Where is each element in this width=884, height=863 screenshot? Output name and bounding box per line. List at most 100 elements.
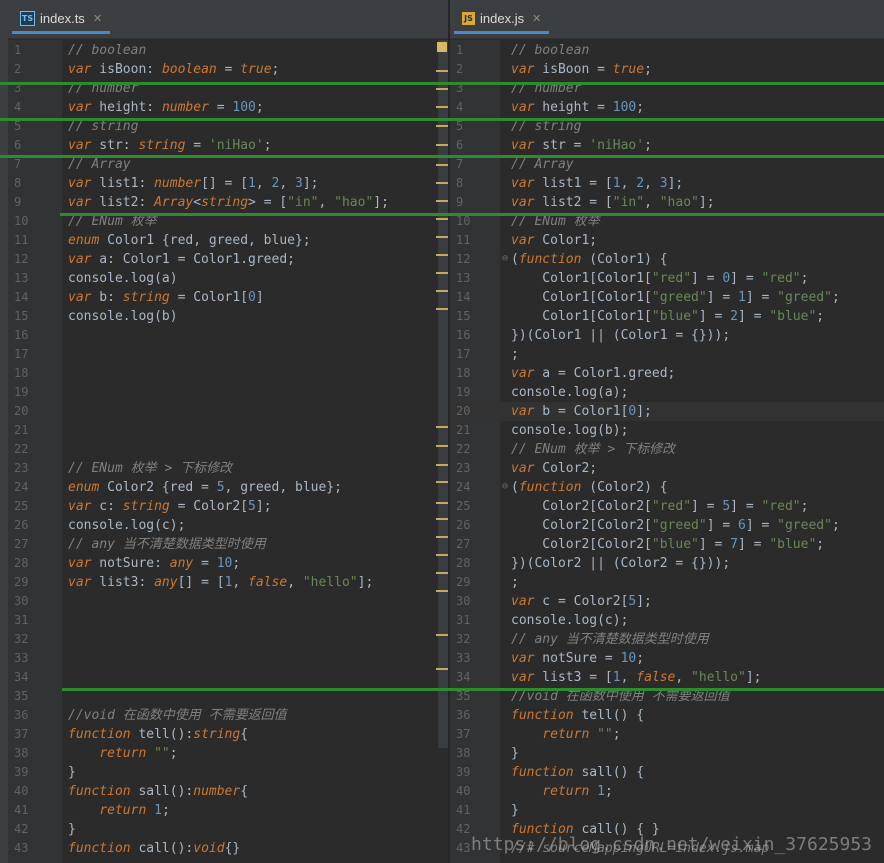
code-line[interactable]: 38} [450,744,884,763]
code-line[interactable]: 19 console.log(a); [450,383,884,402]
line-number: 1 [456,43,464,57]
code-line[interactable]: 26 Color2[Color2["greed"] = 6] = "greed"… [450,516,884,535]
code-line[interactable]: 41 return 1; [8,801,448,820]
close-icon[interactable]: ✕ [532,12,541,25]
code-line[interactable]: 1 // boolean [8,41,448,60]
line-number: 22 [456,442,471,456]
code-line[interactable]: 23 var Color2; [450,459,884,478]
code-line[interactable]: 17 [8,345,448,364]
line-number: 16 [456,328,471,342]
code-line[interactable]: 31 [8,611,448,630]
code-line[interactable]: 11 enum Color1 {red, greed, blue}; [8,231,448,250]
code-line[interactable]: 2 var isBoon = true; [450,60,884,79]
code-line[interactable]: 38 return ""; [8,744,448,763]
code-line[interactable]: 31 console.log(c); [450,611,884,630]
code-line[interactable]: 18 [8,364,448,383]
code-text: console.log(a); [511,385,629,400]
code-line[interactable]: 27 Color2[Color2["blue"] = 7] = "blue"; [450,535,884,554]
code-line[interactable]: 15 console.log(b) [8,307,448,326]
code-line[interactable]: 43 function call():void{} [8,839,448,858]
error-stripe-marker [436,426,448,428]
code-line[interactable]: 6 var str = 'niHao'; [450,136,884,155]
code-line[interactable]: 6 var str: string = 'niHao'; [8,136,448,155]
code-line[interactable]: 25 Color2[Color2["red"] = 5] = "red"; [450,497,884,516]
code-line[interactable]: 36 //void 在函数中使用 不需要返回值 [8,706,448,725]
code-line[interactable]: 17; [450,345,884,364]
code-line[interactable]: 33 var notSure = 10; [450,649,884,668]
code-line[interactable]: 40 function sall():number{ [8,782,448,801]
code-line[interactable]: 14 Color1[Color1["greed"] = 1] = "greed"… [450,288,884,307]
code-line[interactable]: 22 // ENum 枚举 > 下标修改 [450,440,884,459]
code-line[interactable]: 20 var b = Color1[0]; [450,402,884,421]
code-line[interactable]: 29; [450,573,884,592]
code-line[interactable]: 13 Color1[Color1["red"] = 0] = "red"; [450,269,884,288]
code-text: enum Color2 {red = 5, greed, blue}; [68,480,342,495]
left-tool-strip [0,0,8,863]
code-line[interactable]: 11 var Color1; [450,231,884,250]
tab-index-js[interactable]: JS index.js ✕ [454,6,550,34]
code-line[interactable]: 4 var height = 100; [450,98,884,117]
line-number: 41 [14,803,29,817]
fold-icon[interactable]: ⊖ [502,481,508,492]
code-line[interactable]: 24 (function (Color2) { [450,478,884,497]
line-number: 12 [456,252,471,266]
code-line[interactable]: 28})(Color2 || (Color2 = {})); [450,554,884,573]
code-line[interactable]: 32 [8,630,448,649]
code-line[interactable]: 30 var c = Color2[5]; [450,592,884,611]
code-line[interactable]: 28 var notSure: any = 10; [8,554,448,573]
code-line[interactable]: 22 [8,440,448,459]
code-line[interactable]: 39} [8,763,448,782]
code-line[interactable]: 25 var c: string = Color2[5]; [8,497,448,516]
code-line[interactable]: 23 // ENum 枚举 > 下标修改 [8,459,448,478]
code-line[interactable]: 42} [8,820,448,839]
code-line[interactable]: 26 console.log(c); [8,516,448,535]
code-line[interactable]: 36 function tell() { [450,706,884,725]
code-line[interactable]: 37 return ""; [450,725,884,744]
code-line[interactable]: 2 var isBoon: boolean = true; [8,60,448,79]
code-line[interactable]: 33 [8,649,448,668]
code-line[interactable]: 16})(Color1 || (Color1 = {})); [450,326,884,345]
code-line[interactable]: 21 console.log(b); [450,421,884,440]
code-line[interactable]: 37 function tell():string{ [8,725,448,744]
code-line[interactable]: 24 enum Color2 {red = 5, greed, blue}; [8,478,448,497]
code-line[interactable]: 39 function sall() { [450,763,884,782]
code-line[interactable]: 20 [8,402,448,421]
ts-editor[interactable]: 1 // boolean 2 var isBoon: boolean = true; 3… [8,40,448,863]
code-line[interactable]: 15 Color1[Color1["blue"] = 2] = "blue"; [450,307,884,326]
code-line[interactable]: 21 [8,421,448,440]
js-editor[interactable]: 1// boolean 2 var isBoon = true; 3// number… [450,40,884,863]
code-line[interactable]: 32 // any 当不清楚数据类型时使用 [450,630,884,649]
code-line[interactable]: 1 // boolean [450,41,884,60]
fold-icon[interactable]: ⊖ [502,253,508,264]
line-number: 4 [456,100,464,114]
code-line[interactable]: 9 var list2: Array<string> = ["in", "hao"… [8,193,448,212]
line-number: 1 [14,43,22,57]
code-line[interactable]: 18 var a = Color1.greed; [450,364,884,383]
line-number: 21 [456,423,471,437]
code-line[interactable]: 30 [8,592,448,611]
tab-index-ts[interactable]: TS index.ts ✕ [12,6,111,34]
code-line[interactable]: 14 var b: string = Color1[0] [8,288,448,307]
line-number: 15 [456,309,471,323]
line-number: 43 [14,841,29,855]
code-text: })(Color2 || (Color2 = {})); [511,556,731,571]
code-line[interactable]: 13 console.log(a) [8,269,448,288]
code-line[interactable]: 27 // any 当不清楚数据类型时使用 [8,535,448,554]
code-line[interactable]: 8 var list1 = [1, 2, 3]; [450,174,884,193]
code-line[interactable]: 16 [8,326,448,345]
diff-separator [0,118,884,121]
code-line[interactable]: 9 var list2 = ["in", "hao"]; [450,193,884,212]
code-line[interactable]: 4 var height: number = 100; [8,98,448,117]
code-line[interactable]: 29 var list3: any[] = [1, false, "hello"]… [8,573,448,592]
code-line[interactable]: 12 (function (Color1) { [450,250,884,269]
code-line[interactable]: 12 var a: Color1 = Color1.greed; [8,250,448,269]
close-icon[interactable]: ✕ [93,12,102,25]
code-text: var list1 = [1, 2, 3]; [511,176,684,191]
code-line[interactable]: 34 [8,668,448,687]
code-line[interactable]: 8 var list1: number[] = [1, 2, 3]; [8,174,448,193]
code-line[interactable]: 19 [8,383,448,402]
code-line[interactable]: 40 return 1; [450,782,884,801]
code-line[interactable]: 34 var list3 = [1, false, "hello"]; [450,668,884,687]
error-stripe-marker [436,144,448,146]
code-line[interactable]: 41} [450,801,884,820]
